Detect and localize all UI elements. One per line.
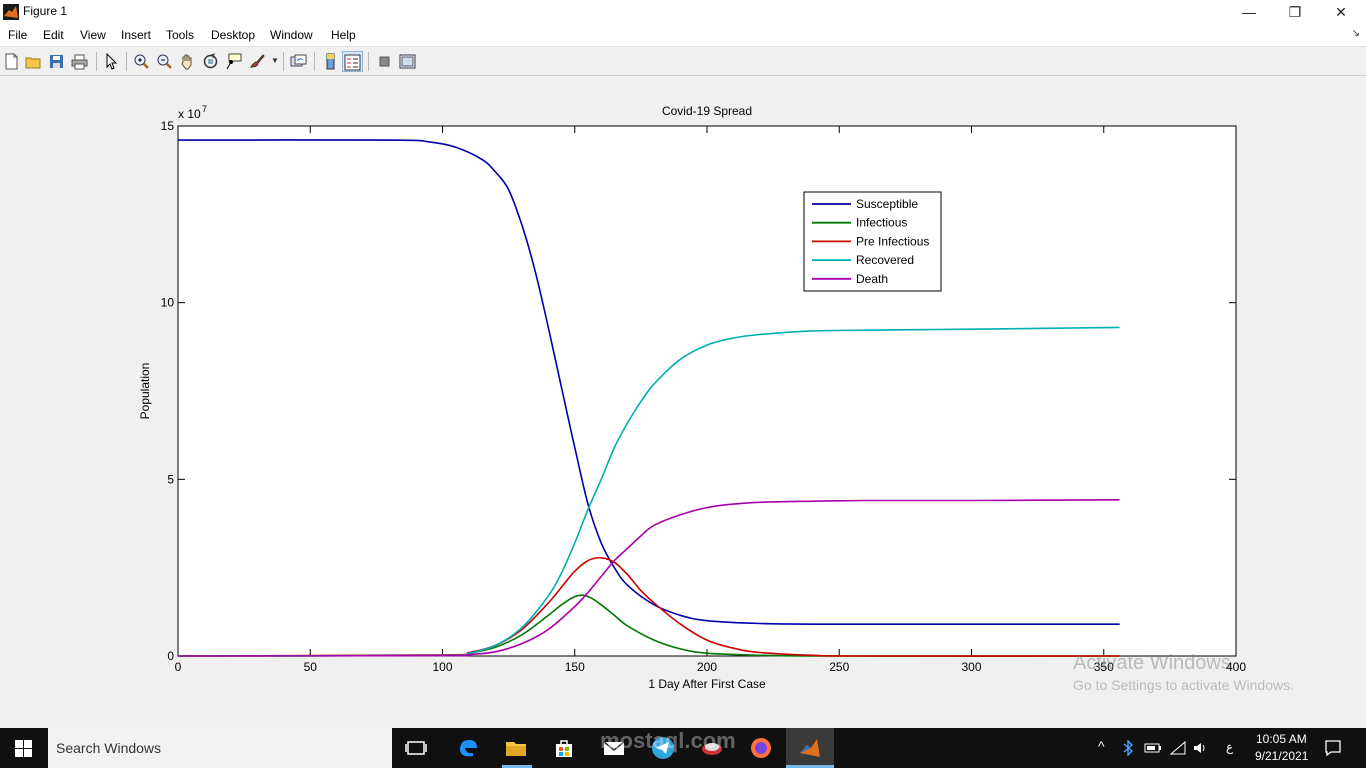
print-icon[interactable] (71, 53, 88, 70)
toolbar-separator (126, 52, 127, 71)
x-tick-label: 150 (565, 660, 585, 674)
toolbar-separator (96, 52, 97, 71)
legend[interactable]: Susceptible Infectious Pre Infectious Recov… (803, 191, 942, 292)
window-title: Figure 1 (23, 4, 68, 18)
menu-dock-arrow-icon[interactable]: ↘ (1352, 28, 1360, 39)
plot-area[interactable] (177, 125, 1237, 657)
battery-icon[interactable] (1144, 740, 1162, 756)
insert-legend-icon[interactable] (344, 54, 361, 71)
close-button[interactable]: ✕ (1318, 0, 1364, 24)
hide-plot-tools-icon[interactable] (376, 53, 393, 70)
figure-toolbar: ▼ (0, 46, 1366, 76)
toolbar-separator (368, 52, 369, 71)
menu-edit[interactable]: Edit (43, 28, 64, 42)
y-tick-label: 5 (167, 472, 174, 486)
chart-title: Covid-19 Spread (662, 104, 752, 118)
menu-desktop[interactable]: Desktop (211, 28, 255, 42)
show-plot-tools-icon[interactable] (399, 53, 416, 70)
menu-file[interactable]: File (8, 28, 27, 42)
rotate-3d-icon[interactable] (202, 53, 219, 70)
x-tick-label: 300 (961, 660, 981, 674)
zoom-out-icon[interactable] (156, 53, 173, 70)
chevron-down-icon[interactable]: ▼ (271, 56, 279, 65)
legend-label: Death (856, 272, 888, 286)
legend-label: Infectious (856, 216, 907, 230)
open-file-icon[interactable] (25, 53, 42, 70)
activate-windows-watermark: Activate Windows Go to Settings to activ… (1073, 652, 1294, 693)
pan-icon[interactable] (179, 53, 196, 70)
x-tick-label: 250 (829, 660, 849, 674)
edge-browser-icon[interactable] (456, 736, 480, 760)
figure-canvas: 0 50 100 150 200 250 300 350 400 0 5 10 15 Covid-19 … (0, 77, 1366, 728)
file-explorer-icon[interactable] (504, 736, 528, 760)
taskbar-search-input[interactable]: Search Windows (48, 728, 392, 768)
windows-start-icon[interactable] (15, 740, 32, 757)
x-tick-label: 200 (697, 660, 717, 674)
input-language-indicator[interactable]: ع (1226, 740, 1233, 754)
link-plot-icon[interactable] (290, 53, 307, 70)
microsoft-store-icon[interactable] (552, 736, 576, 760)
clock-date[interactable]: 9/21/2021 (1255, 749, 1308, 763)
line-chart: 0 50 100 150 200 250 300 350 400051015 Covid-19 … (138, 104, 1246, 691)
matlab-logo-icon (3, 4, 19, 20)
y-axis-multiplier: x 10 (178, 107, 201, 121)
firefox-icon[interactable] (749, 736, 773, 760)
legend-label: Recovered (856, 253, 914, 267)
minimize-button[interactable]: — (1226, 0, 1272, 24)
brush-icon[interactable] (248, 53, 265, 70)
matlab-taskbar-icon[interactable] (798, 736, 822, 760)
clock-time[interactable]: 10:05 AM (1256, 732, 1307, 746)
activate-windows-subtitle: Go to Settings to activate Windows. (1073, 677, 1294, 693)
x-axis-label: 1 Day After First Case (648, 677, 766, 691)
menu-bar: File Edit View Insert Tools Desktop Wind… (0, 24, 1366, 46)
legend-label: Susceptible (856, 197, 918, 211)
new-figure-icon[interactable] (3, 53, 20, 70)
menu-view[interactable]: View (80, 28, 106, 42)
notification-center-icon[interactable] (1324, 739, 1342, 757)
menu-insert[interactable]: Insert (121, 28, 151, 42)
insert-colorbar-icon[interactable] (322, 53, 339, 70)
y-axis-multiplier-exponent: 7 (202, 104, 207, 114)
window-title-bar: Figure 1 — ❐ ✕ (0, 0, 1366, 24)
save-icon[interactable] (48, 53, 65, 70)
task-view-icon[interactable] (404, 736, 428, 760)
activate-windows-title: Activate Windows (1073, 652, 1231, 674)
zoom-in-icon[interactable] (133, 53, 150, 70)
edit-plot-icon[interactable] (103, 53, 120, 70)
y-tick-label: 15 (161, 119, 175, 133)
menu-tools[interactable]: Tools (166, 28, 194, 42)
volume-icon[interactable] (1192, 740, 1208, 756)
x-tick-label: 0 (175, 660, 182, 674)
wifi-icon[interactable] (1170, 740, 1186, 756)
search-placeholder: Search Windows (56, 740, 162, 756)
site-watermark: mostaql.com (600, 728, 736, 753)
y-tick-label: 0 (167, 649, 174, 663)
toolbar-separator (283, 52, 284, 71)
data-cursor-icon[interactable] (225, 53, 242, 70)
y-tick-label: 10 (161, 296, 175, 310)
menu-help[interactable]: Help (331, 28, 356, 42)
x-tick-label: 100 (432, 660, 452, 674)
bluetooth-icon[interactable] (1122, 740, 1134, 756)
legend-label: Pre Infectious (856, 234, 929, 248)
toolbar-separator (314, 52, 315, 71)
x-tick-label: 50 (304, 660, 318, 674)
menu-window[interactable]: Window (270, 28, 313, 42)
restore-button[interactable]: ❐ (1272, 0, 1318, 24)
chevron-up-icon[interactable]: ^ (1098, 738, 1105, 754)
y-axis-label: Population (138, 363, 152, 420)
